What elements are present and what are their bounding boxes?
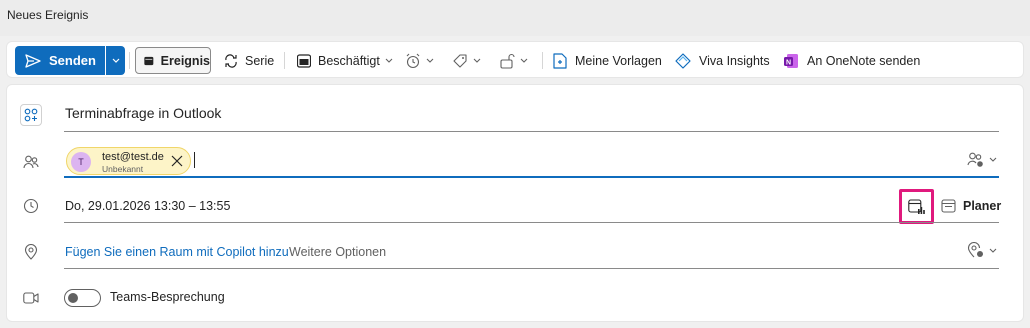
attendee-options-button[interactable]	[967, 152, 997, 168]
reminder-dropdown[interactable]	[405, 42, 434, 79]
location-options-button[interactable]	[967, 242, 997, 259]
svg-text:N: N	[786, 59, 791, 66]
location-pin-icon	[21, 242, 41, 262]
toolbar-divider	[129, 52, 130, 69]
templates-label: Meine Vorlagen	[575, 53, 662, 68]
onenote-icon: N	[784, 53, 798, 68]
sensitivity-dropdown[interactable]	[499, 42, 528, 79]
send-button[interactable]: Senden	[15, 46, 105, 75]
planner-label: Planer	[963, 199, 1002, 213]
subject-underline	[64, 131, 999, 132]
lock-open-icon	[500, 53, 515, 69]
attendee-chip[interactable]: T test@test.de Unbekannt	[66, 147, 191, 175]
toolbar: Senden Ereignis Serie Beschäftigt Meine …	[6, 41, 1024, 78]
tag-icon	[453, 53, 467, 68]
busy-label: Beschäftigt	[318, 53, 380, 68]
event-form: Terminabfrage in Outlook T test@test.de …	[6, 84, 1024, 322]
video-camera-icon	[21, 288, 41, 308]
chevron-down-icon	[989, 157, 997, 162]
chevron-down-icon	[112, 58, 119, 63]
series-button[interactable]: Serie	[223, 42, 274, 79]
teams-meeting-toggle[interactable]	[64, 289, 101, 307]
my-templates-button[interactable]: Meine Vorlagen	[553, 42, 662, 79]
viva-label: Viva Insights	[699, 53, 770, 68]
subject-options-button[interactable]	[20, 104, 42, 126]
datetime-underline	[64, 222, 999, 223]
onenote-label: An OneNote senden	[807, 53, 921, 68]
window-title: Neues Ereignis	[7, 8, 89, 22]
chevron-down-icon	[473, 58, 481, 63]
send-to-onenote-button[interactable]: N An OneNote senden	[783, 42, 920, 79]
planner-button[interactable]: Planer	[941, 196, 1001, 216]
viva-insights-icon	[675, 52, 691, 69]
close-icon[interactable]	[170, 154, 184, 168]
toggle-knob	[68, 293, 78, 303]
chevron-down-icon	[989, 248, 997, 253]
toolbar-divider	[284, 52, 285, 69]
attendee-status: Unbekannt	[102, 164, 144, 174]
send-label: Senden	[49, 53, 96, 68]
avatar: T	[71, 152, 91, 172]
teams-meeting-label: Teams-Besprechung	[110, 290, 225, 304]
people-settings-icon	[967, 152, 983, 167]
repeat-icon	[225, 53, 237, 68]
location-underline	[64, 268, 999, 269]
scheduling-assistant-icon	[941, 199, 956, 213]
add-room-copilot-link[interactable]: Fügen Sie einen Raum mit Copilot hinzu	[65, 245, 289, 259]
categorize-dropdown[interactable]	[452, 42, 481, 79]
template-icon	[553, 52, 567, 69]
subject-field[interactable]: Terminabfrage in Outlook	[65, 105, 221, 121]
chevron-down-icon	[385, 58, 393, 63]
datetime-field[interactable]: Do, 29.01.2026 13:30 – 13:55	[65, 199, 230, 213]
viva-insights-button[interactable]: Viva Insights	[675, 42, 770, 79]
series-label: Serie	[245, 53, 275, 68]
attendee-input-caret[interactable]	[194, 152, 195, 168]
send-icon	[25, 53, 41, 68]
event-button[interactable]: Ereignis	[135, 47, 211, 74]
send-options-button[interactable]	[106, 46, 125, 75]
more-options-link[interactable]: Weitere Optionen	[289, 245, 386, 259]
alarm-clock-icon	[406, 53, 420, 68]
attendee-field-focus-line	[64, 176, 999, 178]
clock-icon	[21, 196, 41, 216]
scheduling-poll-button[interactable]	[899, 189, 934, 224]
event-label: Ereignis	[160, 53, 210, 68]
title-bar: Neues Ereignis	[0, 0, 1030, 36]
attendee-email: test@test.de	[102, 151, 164, 163]
calendar-poll-icon	[908, 198, 925, 214]
calendar-event-icon	[144, 56, 154, 65]
apps-add-icon	[24, 108, 38, 122]
chevron-down-icon	[520, 58, 528, 63]
status-icon	[297, 53, 311, 68]
chevron-down-icon	[426, 58, 434, 63]
toolbar-divider	[542, 52, 543, 69]
busy-status-dropdown[interactable]: Beschäftigt	[297, 42, 393, 79]
location-settings-icon	[967, 242, 983, 258]
attendees-icon	[21, 152, 41, 172]
